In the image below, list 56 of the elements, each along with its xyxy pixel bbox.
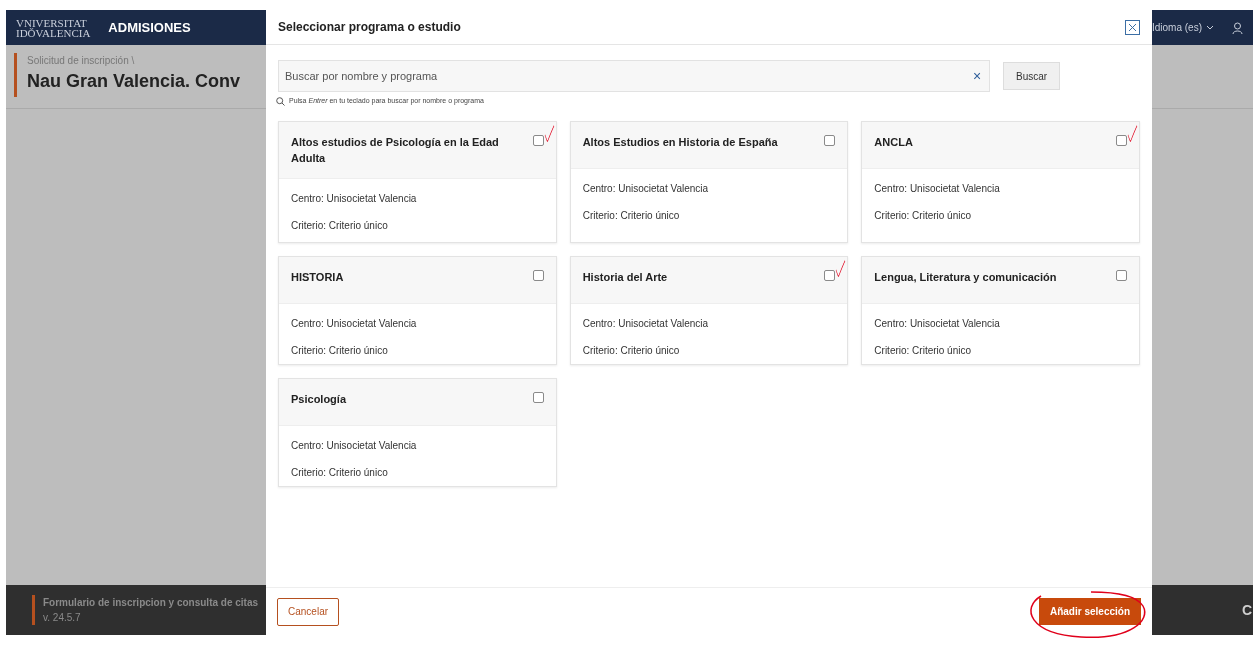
program-detail: Centro: Unisocietat Valencia xyxy=(874,181,1001,196)
program-detail: Centro: Unisocietat Valencia xyxy=(291,316,418,331)
search-button[interactable]: Buscar xyxy=(1003,62,1061,90)
checkbox[interactable] xyxy=(1116,269,1127,281)
program-detail: Criterio: Criterio único xyxy=(582,208,681,223)
checkbox[interactable] xyxy=(532,391,544,403)
close-icon xyxy=(1128,22,1137,32)
program-detail: Criterio: Criterio único xyxy=(291,465,389,480)
university-logo-text: VNIVERSITAT xyxy=(16,17,87,28)
checkbox[interactable] xyxy=(532,134,544,146)
language-selector[interactable]: Idioma (es) xyxy=(1152,20,1202,35)
close-button[interactable] xyxy=(1125,19,1140,35)
program-detail: Centro: Unisocietat Valencia xyxy=(582,181,710,196)
checkbox[interactable] xyxy=(532,269,544,281)
accent-bar xyxy=(14,53,17,97)
checkbox[interactable] xyxy=(824,269,836,281)
program-name: ANCLA xyxy=(874,134,914,150)
modal-title: Seleccionar programa o estudio xyxy=(278,19,461,36)
program-card[interactable]: Altos estudios de Psicología en la Edad Adulta Centro: Unisocietat Valencia Criterio: Criterio único xyxy=(278,120,557,243)
add-selection-button[interactable]: Añadir selección xyxy=(1038,598,1141,625)
program-name: HISTORIA xyxy=(291,269,345,285)
program-detail: Criterio: Criterio único xyxy=(874,343,973,358)
program-detail: Criterio: Criterio único xyxy=(291,218,389,233)
footer-title: Formulario de inscripcion y consulta de citas xyxy=(43,596,259,610)
program-detail: Criterio: Criterio único xyxy=(874,208,973,223)
program-card[interactable]: ANCLA Centro: Unisocietat Valencia Criterio: Criterio único xyxy=(861,120,1140,243)
program-card[interactable]: Historia del Arte Centro: Unisocietat Valencia Criterio: Criterio único xyxy=(569,255,849,365)
checkbox[interactable] xyxy=(824,134,836,146)
page-title: Nau Gran Valencia. Conv xyxy=(27,70,241,93)
cancel-button[interactable]: Cancelar xyxy=(277,597,340,626)
program-name: Historia del Arte xyxy=(582,269,669,285)
chevron-down-icon xyxy=(1206,24,1214,31)
accent-bar xyxy=(32,595,35,625)
program-card[interactable]: HISTORIA Centro: Unisocietat Valencia Criterio: Criterio único xyxy=(278,255,557,365)
footer-text: C xyxy=(1241,600,1253,620)
program-name: Lengua, Literatura y comunicación xyxy=(874,269,1058,285)
program-name: Psicología xyxy=(291,391,348,407)
program-card[interactable]: Altos Estudios en Historia de España Centro: Unisocietat Valencia Criterio: Criterio único xyxy=(569,120,849,243)
program-detail: Centro: Unisocietat Valencia xyxy=(291,191,418,206)
search-field[interactable]: Buscar por nombre y programa × xyxy=(278,60,990,92)
program-detail: Centro: Unisocietat Valencia xyxy=(582,316,710,331)
clear-button[interactable]: × xyxy=(965,65,989,87)
program-detail: Criterio: Criterio único xyxy=(291,343,389,358)
program-detail: Centro: Unisocietat Valencia xyxy=(874,316,1001,331)
program-card[interactable]: Lengua, Literatura y comunicación Centro: Unisocietat Valencia Criterio: Criterio único xyxy=(861,255,1140,365)
program-card[interactable]: Psicología Centro: Unisocietat Valencia Criterio: Criterio único xyxy=(278,377,557,487)
program-detail: Criterio: Criterio único xyxy=(582,343,681,358)
program-name: Altos Estudios en Historia de España xyxy=(582,134,779,150)
search-icon xyxy=(276,96,285,106)
user-icon[interactable] xyxy=(1232,21,1243,34)
university-logo-text: IDǑVALENCIA xyxy=(16,27,91,38)
version-text: v. 24.5.7 xyxy=(43,611,82,625)
app-title: ADMISIONES xyxy=(108,18,191,37)
program-detail: Centro: Unisocietat Valencia xyxy=(291,438,418,453)
checkbox[interactable] xyxy=(1116,134,1127,146)
program-name: Altos estudios de Psicología en la Edad Adulta xyxy=(291,134,500,166)
